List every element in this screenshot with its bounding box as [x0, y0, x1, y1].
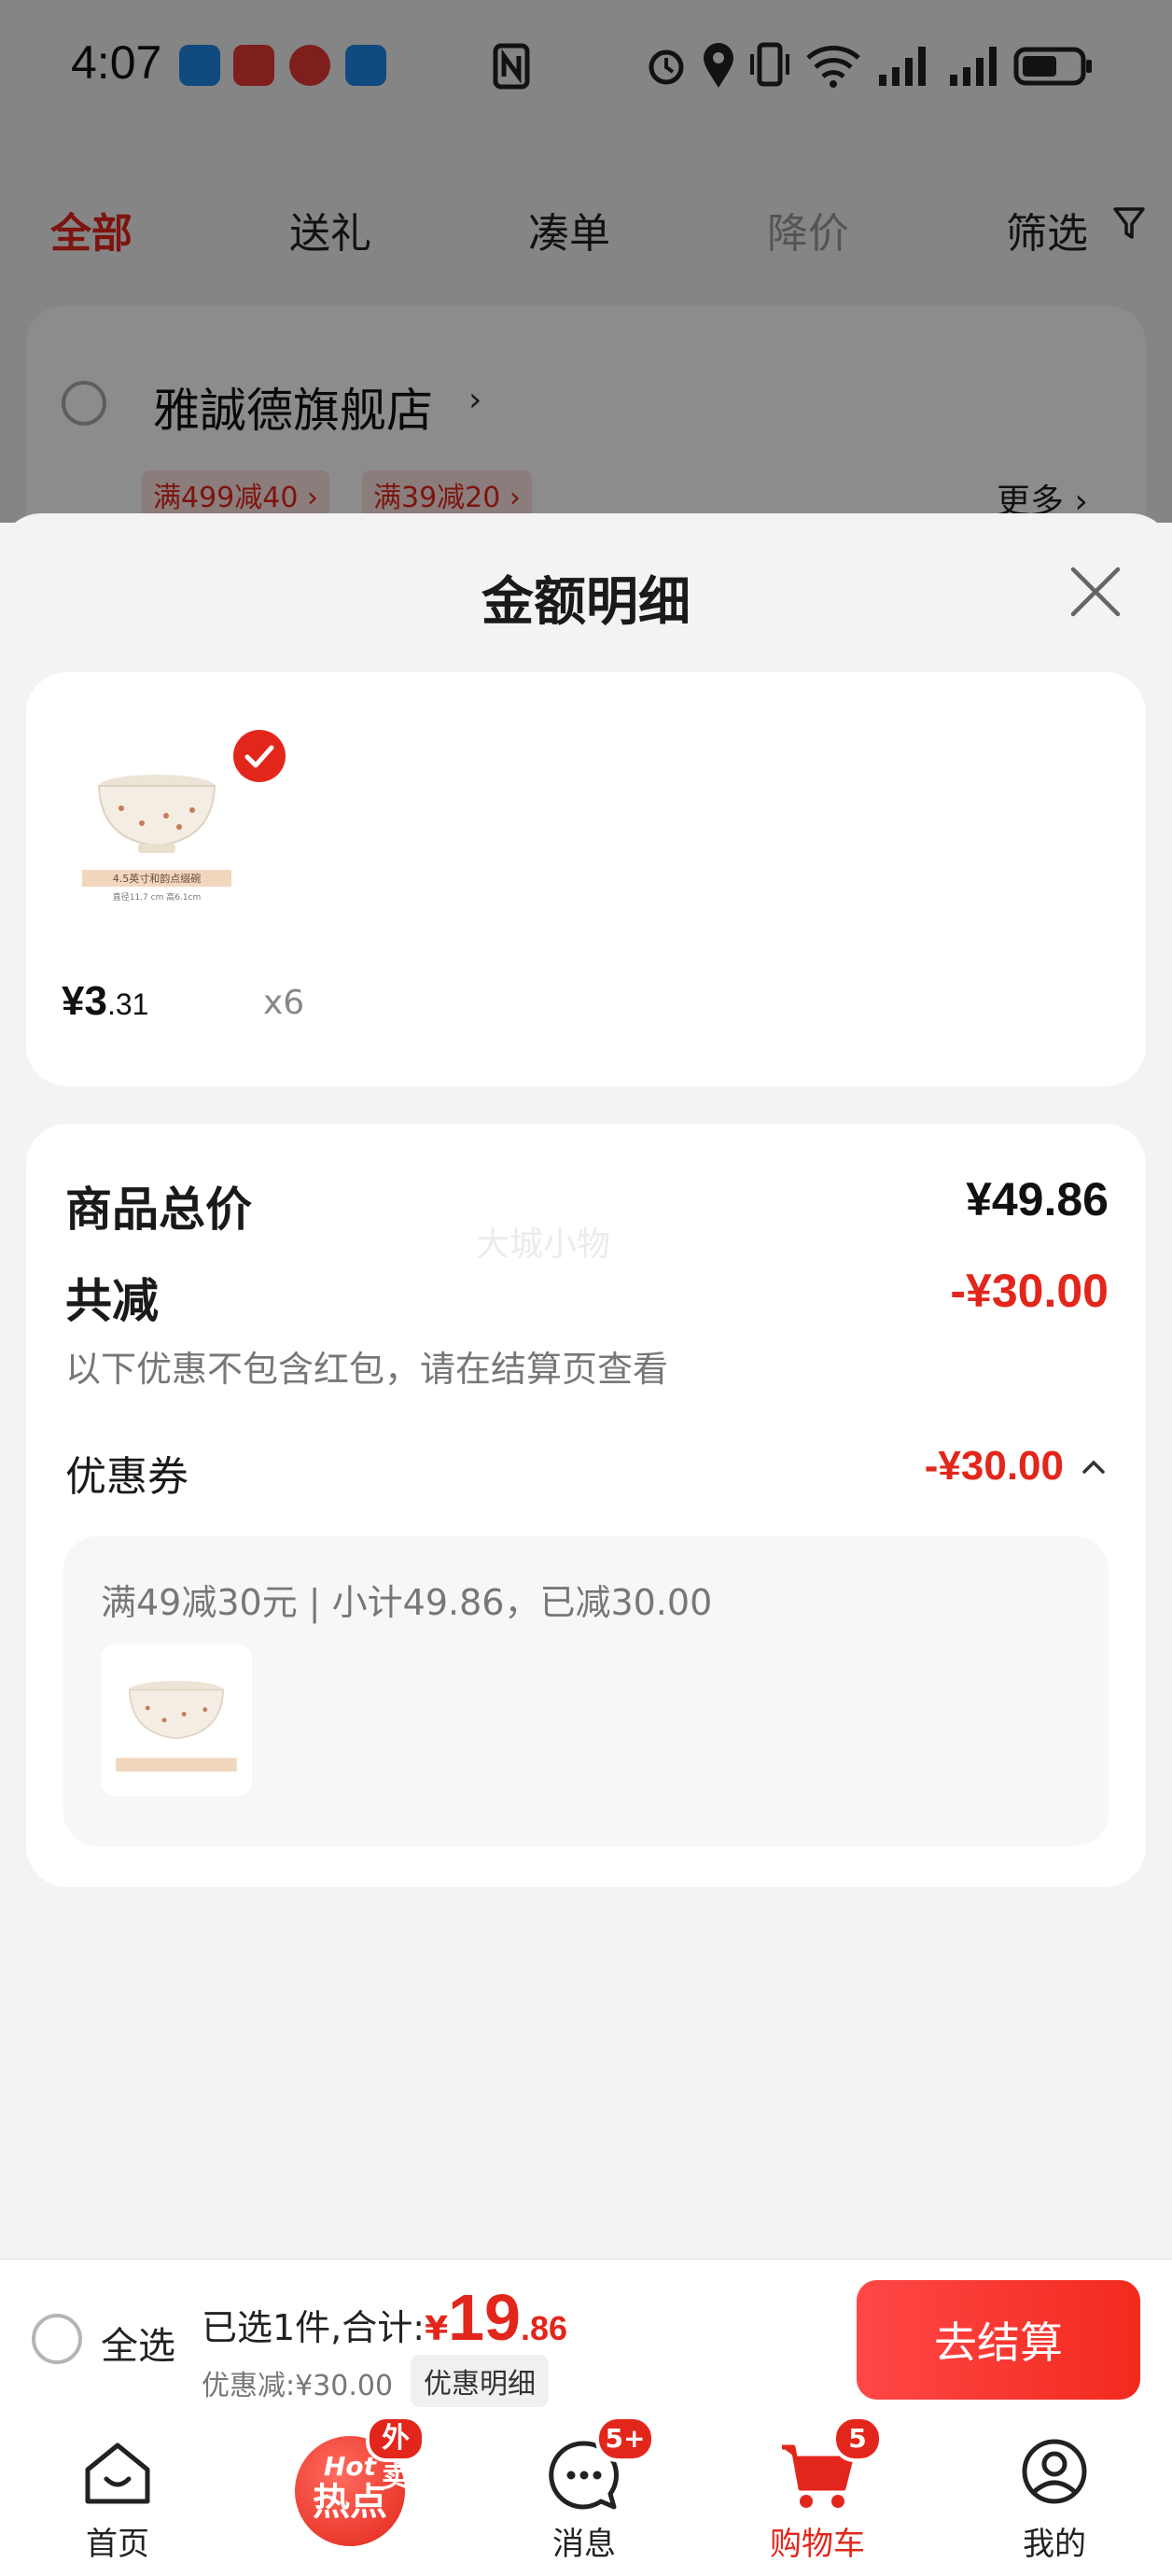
item-price-decimal: .31: [106, 987, 149, 1021]
nav-cart-label: 购物车: [770, 2526, 865, 2563]
total-decimal: .86: [521, 2309, 568, 2347]
bowl-image: 4.5英寸和韵点缀碗 直径11.7 cm 高6.1cm: [82, 775, 231, 903]
nav-cart[interactable]: 5 购物车: [743, 2415, 892, 2576]
bowl-image: [116, 1680, 237, 1772]
nav-home-label: 首页: [86, 2526, 149, 2563]
chevron-up-icon[interactable]: [1079, 1456, 1109, 1478]
reduction-note: 以下优惠不包含红包，请在结算页查看: [65, 1349, 669, 1390]
coupon-detail-text: 满49减30元 | 小计49.86，已减30.00: [101, 1582, 713, 1623]
coupon-row[interactable]: 优惠券 -¥30.00: [65, 1443, 1109, 1501]
nav-hot[interactable]: Hot 热点 外卖: [276, 2415, 426, 2576]
modal-overlay[interactable]: [0, 0, 1172, 523]
coupon-item-thumbnail[interactable]: [101, 1645, 252, 1796]
reduction-value: -¥30.00: [950, 1265, 1109, 1317]
total-integer: 19: [448, 2281, 521, 2354]
nav-messages-label: 消息: [552, 2526, 616, 2563]
total-line: 已选1件,合计:¥19.86: [202, 2280, 567, 2355]
thumb-caption: 4.5英寸和韵点缀碗: [113, 872, 202, 885]
nav-profile[interactable]: 我的: [980, 2415, 1129, 2576]
item-checked-icon[interactable]: [233, 730, 286, 782]
select-all-radio[interactable]: [32, 2314, 82, 2364]
profile-icon: [1022, 2439, 1087, 2504]
takeout-badge: 外卖: [366, 2415, 426, 2494]
checkout-button[interactable]: 去结算: [857, 2280, 1140, 2400]
goods-total-value: ¥49.86: [966, 1173, 1109, 1225]
item-price-integer: ¥3: [62, 978, 107, 1024]
item-quantity: x6: [263, 984, 305, 1022]
total-currency: ¥: [425, 2310, 449, 2348]
discount-detail-link[interactable]: 优惠明细: [411, 2355, 549, 2407]
close-icon[interactable]: [1066, 562, 1125, 622]
coupon-detail-box: 满49减30元 | 小计49.86，已减30.00: [63, 1536, 1109, 1846]
nav-messages[interactable]: 5+ 消息: [509, 2415, 659, 2576]
checkout-bar: 全选 已选1件,合计:¥19.86 优惠减:¥30.00 优惠明细 去结算: [0, 2259, 1172, 2416]
home-icon: [85, 2443, 150, 2504]
coupon-label: 优惠券: [65, 1453, 188, 1501]
cart-badge: 5: [832, 2415, 883, 2462]
coupon-value: -¥30.00: [924, 1443, 1064, 1489]
messages-badge: 5+: [595, 2415, 655, 2462]
item-price: ¥3.31: [62, 978, 148, 1025]
nav-home[interactable]: 首页: [43, 2415, 192, 2576]
thumb-size: 直径11.7 cm 高6.1cm: [113, 891, 202, 903]
sheet-title: 金额明细: [481, 572, 691, 633]
selected-item-card: 4.5英寸和韵点缀碗 直径11.7 cm 高6.1cm ¥3.31 x6: [26, 672, 1146, 1086]
product-thumbnail[interactable]: 4.5英寸和韵点缀碗 直径11.7 cm 高6.1cm: [63, 730, 250, 917]
amount-detail-sheet: 金额明细 4.5英寸和韵点缀碗 直径11.7 cm 高6.1cm ¥3.31 x…: [0, 513, 1172, 2259]
discount-text: 优惠减:¥30.00: [202, 2370, 394, 2402]
bottom-nav: 首页 Hot 热点 外卖 5+ 消息 5 购物车 我的: [0, 2415, 1172, 2576]
selected-count-text: 已选1件,合计:: [202, 2307, 426, 2348]
watermark-text: 大城小物: [476, 1225, 611, 1264]
select-all-label[interactable]: 全选: [101, 2316, 175, 2370]
total-reduction-row: 共减 -¥30.00: [65, 1264, 1109, 1328]
goods-total-label: 商品总价: [65, 1183, 252, 1237]
nav-profile-label: 我的: [1023, 2526, 1086, 2563]
reduction-label: 共减: [65, 1274, 159, 1328]
price-summary-card: 商品总价 ¥49.86 大城小物 共减 -¥30.00 以下优惠不包含红包，请在…: [26, 1124, 1146, 1887]
